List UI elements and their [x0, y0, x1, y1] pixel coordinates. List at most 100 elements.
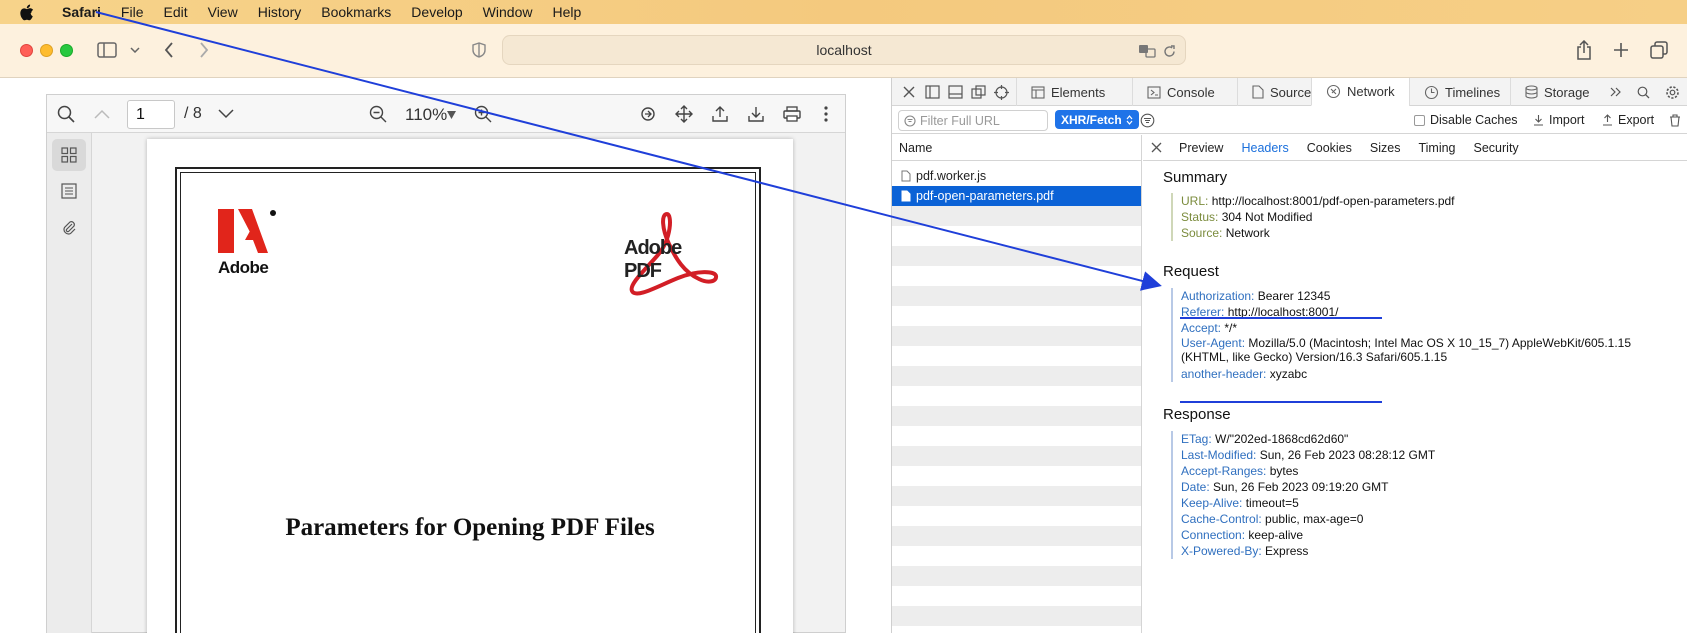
zoom-in-icon[interactable]: [472, 103, 494, 125]
reload-icon[interactable]: [1161, 42, 1177, 60]
forward-icon[interactable]: [193, 39, 215, 61]
header-value: keep-alive: [1248, 528, 1304, 542]
element-picker-icon[interactable]: [993, 84, 1009, 100]
menu-file[interactable]: File: [111, 4, 154, 20]
minimize-window-button[interactable]: [40, 44, 53, 57]
outline-icon[interactable]: [52, 175, 86, 207]
privacy-shield-icon[interactable]: [469, 40, 489, 60]
request-row-selected[interactable]: pdf-open-parameters.pdf: [892, 186, 1141, 206]
header-key: User-Agent:: [1181, 336, 1246, 350]
summary-row: URL: http://localhost:8001/pdf-open-para…: [1181, 193, 1455, 209]
dock-left-icon[interactable]: [924, 84, 940, 100]
menu-history[interactable]: History: [248, 4, 312, 20]
import-button[interactable]: Import: [1533, 113, 1584, 127]
settings-gear-icon[interactable]: [1664, 84, 1680, 100]
tab-timelines[interactable]: Timelines: [1409, 78, 1514, 106]
import-icon: [1534, 115, 1543, 126]
menu-safari[interactable]: Safari: [52, 4, 111, 20]
console-icon: [1147, 85, 1161, 99]
document-icon: [901, 190, 911, 202]
open-file-icon[interactable]: [709, 103, 731, 125]
sources-icon: [1252, 85, 1264, 99]
empty-row: [892, 586, 1141, 606]
detail-tab-security[interactable]: Security: [1465, 141, 1528, 155]
next-page-icon[interactable]: [215, 103, 237, 125]
more-tabs-icon[interactable]: [1608, 84, 1624, 100]
header-key: ETag:: [1181, 432, 1212, 446]
request-row[interactable]: pdf.worker.js: [892, 166, 1141, 186]
network-icon: [1326, 84, 1341, 99]
filter-options-icon[interactable]: [1139, 112, 1155, 128]
summary-block: URL: http://localhost:8001/pdf-open-para…: [1171, 193, 1455, 241]
tab-overview-icon[interactable]: [1648, 39, 1670, 61]
translate-icon[interactable]: [1137, 42, 1157, 60]
response-header-row: X-Powered-By: Express: [1181, 543, 1435, 559]
empty-row: [892, 446, 1141, 466]
pdf-viewer: 1 / 8 110% Adobe Adobe PDF Parameters fo…: [0, 78, 891, 633]
print-icon[interactable]: [781, 103, 803, 125]
previous-page-icon[interactable]: [91, 103, 113, 125]
clear-log-icon[interactable]: [1667, 112, 1683, 128]
zoom-level[interactable]: 110%: [405, 105, 447, 125]
zoom-out-icon[interactable]: [367, 103, 389, 125]
timelines-icon: [1424, 85, 1439, 99]
export-button[interactable]: Export: [1602, 113, 1654, 127]
search-icon[interactable]: [55, 103, 77, 125]
detach-window-icon[interactable]: [970, 84, 986, 100]
empty-row: [892, 606, 1141, 626]
request-list-header[interactable]: Name: [892, 135, 1141, 161]
menu-help[interactable]: Help: [542, 4, 591, 20]
tab-storage[interactable]: Storage: [1510, 78, 1604, 106]
menu-bookmarks[interactable]: Bookmarks: [311, 4, 401, 20]
detail-tab-timing[interactable]: Timing: [1409, 141, 1464, 155]
adobe-logo-text: Adobe: [218, 258, 269, 277]
menu-develop[interactable]: Develop: [401, 4, 472, 20]
empty-row: [892, 466, 1141, 486]
header-value: Mozilla/5.0 (Macintosh; Intel Mac OS X 1…: [1181, 336, 1632, 364]
disable-caches-checkbox[interactable]: [1414, 114, 1425, 126]
menu-view[interactable]: View: [198, 4, 248, 20]
new-tab-icon[interactable]: [1610, 39, 1632, 61]
empty-row: [892, 546, 1141, 566]
dock-bottom-icon[interactable]: [947, 84, 963, 100]
share-icon[interactable]: [1573, 38, 1595, 62]
detail-tab-cookies[interactable]: Cookies: [1298, 141, 1361, 155]
menu-window[interactable]: Window: [473, 4, 543, 20]
pan-tool-icon[interactable]: [673, 103, 695, 125]
search-inspector-icon[interactable]: [1635, 84, 1651, 100]
close-detail-icon[interactable]: [1151, 142, 1162, 153]
tab-network-label: Network: [1347, 84, 1395, 99]
thumbnails-icon[interactable]: [52, 139, 86, 171]
more-tools-icon[interactable]: [815, 103, 837, 125]
close-inspector-icon[interactable]: [901, 84, 917, 100]
filter-url-input[interactable]: Filter Full URL: [898, 110, 1048, 131]
tab-network[interactable]: Network: [1311, 78, 1409, 106]
header-key: X-Powered-By:: [1181, 544, 1262, 558]
close-window-button[interactable]: [20, 44, 33, 57]
detail-tab-sizes[interactable]: Sizes: [1361, 141, 1410, 155]
sidebar-toggle-icon[interactable]: [96, 39, 118, 61]
zoom-window-button[interactable]: [60, 44, 73, 57]
download-icon[interactable]: [745, 103, 767, 125]
presentation-icon[interactable]: [637, 103, 659, 125]
detail-tab-headers[interactable]: Headers: [1232, 141, 1297, 155]
detail-tab-preview[interactable]: Preview: [1170, 141, 1232, 155]
header-key: Cache-Control:: [1181, 512, 1262, 526]
request-header-row: Referer: http://localhost:8001/: [1181, 304, 1671, 320]
response-header-row: Accept-Ranges: bytes: [1181, 463, 1435, 479]
empty-row: [892, 406, 1141, 426]
zoom-dropdown-icon[interactable]: [445, 104, 457, 126]
apple-menu[interactable]: [0, 4, 52, 21]
tab-console[interactable]: Console: [1132, 78, 1229, 106]
disable-caches-toggle[interactable]: Disable Caches: [1414, 113, 1518, 127]
address-bar[interactable]: localhost: [502, 35, 1186, 65]
back-icon[interactable]: [158, 39, 180, 61]
attachments-icon[interactable]: [52, 211, 86, 243]
header-key: Keep-Alive:: [1181, 496, 1243, 510]
chevron-down-icon[interactable]: [128, 42, 142, 58]
header-value: xyzabc: [1269, 367, 1308, 381]
tab-elements[interactable]: Elements: [1016, 78, 1119, 106]
menu-edit[interactable]: Edit: [153, 4, 197, 20]
page-number-input[interactable]: 1: [127, 100, 175, 129]
resource-type-filter[interactable]: XHR/Fetch: [1055, 110, 1139, 129]
